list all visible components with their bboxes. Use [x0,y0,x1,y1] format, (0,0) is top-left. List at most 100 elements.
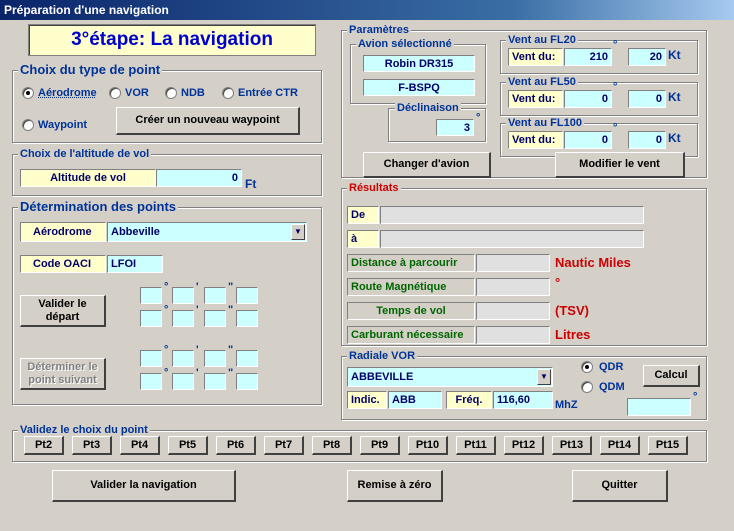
change-plane-button[interactable]: Changer d'avion [363,152,491,178]
modify-wind-button[interactable]: Modifier le vent [555,152,685,178]
radio-aerodrome-label[interactable]: Aérodrome [38,86,97,100]
step-banner: 3°étape: La navigation [28,24,316,56]
coord-symbol: " [228,281,234,293]
point-button-pt10[interactable]: Pt10 [408,436,448,455]
fuel-value [476,326,550,344]
coord-symbol: ° [164,304,169,316]
point-button-pt12[interactable]: Pt12 [504,436,544,455]
reset-button[interactable]: Remise à zéro [347,470,443,502]
radio-ndb-label[interactable]: NDB [181,86,205,100]
radio-qdm[interactable] [581,381,593,393]
coord-field[interactable] [172,287,194,304]
radio-vor[interactable] [109,87,121,99]
wind-direction-input[interactable]: 0 [564,131,612,149]
coord-field[interactable] [204,310,226,327]
wind-degree: ° [613,122,618,134]
radio-waypoint[interactable] [22,119,34,131]
radio-aerodrome[interactable] [22,87,34,99]
wind-direction-input[interactable]: 210 [564,48,612,66]
wind-legend: Vent au FL50 [506,76,578,89]
coord-field[interactable] [172,373,194,390]
radial-result [627,398,691,416]
wind-unit: Kt [668,90,681,104]
coord-field[interactable] [236,373,258,390]
wind-degree: ° [613,81,618,93]
vor-station-select[interactable]: ABBEVILLE ▼ [347,367,553,387]
radio-qdr-label[interactable]: QDR [599,360,623,374]
time-value [476,302,550,320]
point-button-pt9[interactable]: Pt9 [360,436,400,455]
wind-speed-input[interactable]: 0 [628,90,666,108]
point-button-pt2[interactable]: Pt2 [24,436,64,455]
oaci-input[interactable]: LFOI [107,255,163,273]
coord-field[interactable] [204,373,226,390]
coord-symbol: " [228,304,234,316]
calc-button[interactable]: Calcul [643,365,700,387]
to-label: à [347,230,379,248]
point-button-pt4[interactable]: Pt4 [120,436,160,455]
point-button-pt7[interactable]: Pt7 [264,436,304,455]
window-title: Préparation d'une navigation [0,0,734,20]
point-button-pt8[interactable]: Pt8 [312,436,352,455]
freq-value: 116,60 [493,391,553,409]
radio-ndb[interactable] [165,87,177,99]
distance-label: Distance à parcourir [347,254,475,272]
aerodrome-select[interactable]: Abbeville ▼ [107,222,307,242]
distance-value [476,254,550,272]
point-button-pt11[interactable]: Pt11 [456,436,496,455]
coord-field[interactable] [236,310,258,327]
point-button-pt15[interactable]: Pt15 [648,436,688,455]
radio-qdr[interactable] [581,361,593,373]
validate-navigation-button[interactable]: Valider la navigation [52,470,236,502]
coord-field[interactable] [140,350,162,367]
point-button-pt5[interactable]: Pt5 [168,436,208,455]
coord-field[interactable] [236,350,258,367]
coord-field[interactable] [140,373,162,390]
wind-direction-input[interactable]: 0 [564,90,612,108]
wind-legend: Vent au FL20 [506,34,578,47]
coord-field[interactable] [236,287,258,304]
freq-label: Fréq. [446,391,492,409]
quit-button[interactable]: Quitter [572,470,668,502]
wind-label: Vent du: [508,131,563,149]
next-point-button[interactable]: Déterminer le point suivant [20,358,106,390]
validate-departure-button[interactable]: Valider le départ [20,295,106,327]
coord-symbol: ' [196,304,199,316]
distance-unit: Nautic Miles [555,255,631,270]
results-legend: Résultats [347,182,401,195]
radio-entree-ctr[interactable] [222,87,234,99]
altitude-input[interactable]: 0 [156,169,242,187]
time-unit: (TSV) [555,303,589,318]
radio-entree-ctr-label[interactable]: Entrée CTR [238,86,298,100]
altitude-unit: Ft [245,177,257,191]
wind-speed-input[interactable]: 20 [628,48,666,66]
chevron-down-icon[interactable]: ▼ [291,224,305,240]
avion-type: Robin DR315 [363,55,475,72]
coord-field[interactable] [140,310,162,327]
create-waypoint-button[interactable]: Créer un nouveau waypoint [116,107,300,135]
coord-field[interactable] [140,287,162,304]
coord-field[interactable] [172,310,194,327]
fuel-unit: Litres [555,327,591,342]
oaci-label: Code OACI [20,255,106,273]
wind-label: Vent du: [508,90,563,108]
point-type-legend: Choix du type de point [18,62,163,77]
coord-symbol: ° [164,344,169,356]
coord-symbol: ° [164,367,169,379]
wind-speed-input[interactable]: 0 [628,131,666,149]
altitude-label: Altitude de vol [20,169,156,187]
coord-field[interactable] [204,350,226,367]
coord-symbol: ' [196,367,199,379]
radio-vor-label[interactable]: VOR [125,86,149,100]
point-button-pt13[interactable]: Pt13 [552,436,592,455]
radio-waypoint-label[interactable]: Waypoint [38,118,87,132]
radio-qdm-label[interactable]: QDM [599,380,625,394]
fuel-label: Carburant nécessaire [347,326,475,344]
coord-field[interactable] [172,350,194,367]
point-button-pt6[interactable]: Pt6 [216,436,256,455]
chevron-down-icon[interactable]: ▼ [537,369,551,385]
point-button-pt14[interactable]: Pt14 [600,436,640,455]
coord-field[interactable] [204,287,226,304]
decl-input[interactable]: 3 [436,119,474,136]
point-button-pt3[interactable]: Pt3 [72,436,112,455]
